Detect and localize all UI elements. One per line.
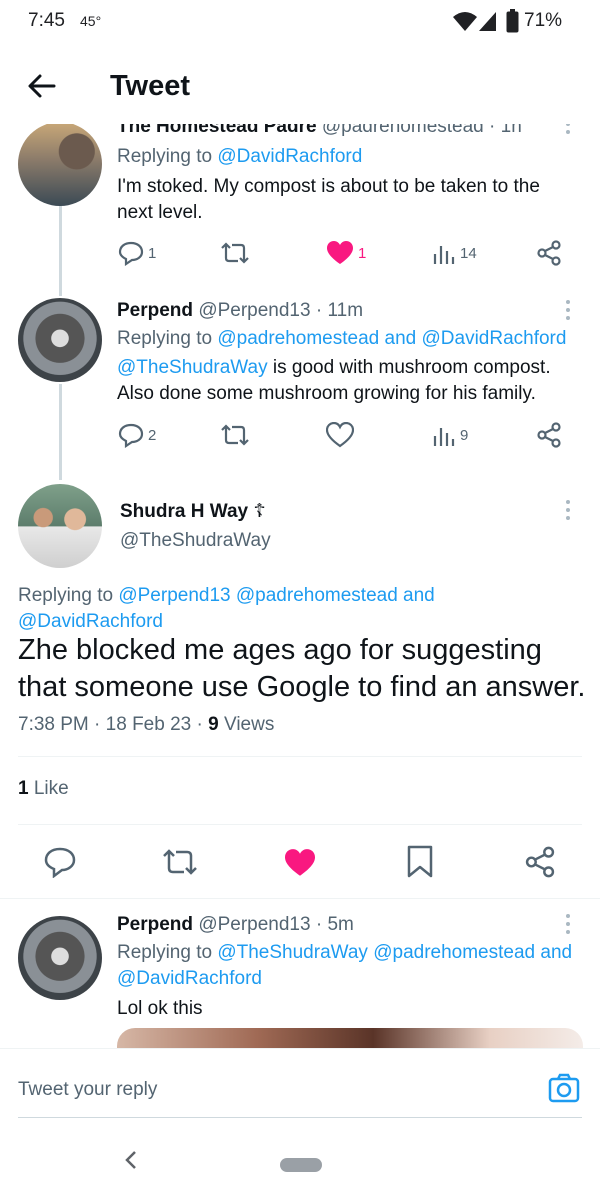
arrow-left-icon[interactable] [24, 68, 60, 104]
top-header: Tweet [0, 44, 600, 124]
more-options-icon[interactable] [566, 914, 572, 938]
bookmark-icon[interactable] [406, 845, 434, 879]
retweet-icon [221, 242, 249, 264]
page-title: Tweet [110, 70, 191, 102]
like-count: 1 [358, 244, 367, 262]
view-count: 14 [460, 244, 477, 262]
more-options-icon[interactable] [566, 500, 572, 524]
tweet-timestamp: 7:38 PM · 18 Feb 23 · 9 Views [18, 714, 275, 735]
divider [18, 824, 582, 825]
avatar[interactable] [18, 122, 102, 206]
thread-line [59, 384, 62, 480]
replying-to: Replying to @DavidRachford [117, 146, 363, 167]
replying-to: Replying to @padrehomestead and @DavidRa… [117, 328, 567, 349]
avatar[interactable] [18, 916, 102, 1000]
reply-button[interactable]: 1 [118, 240, 156, 266]
heart-filled-icon [327, 241, 353, 264]
heart-filled-icon[interactable] [283, 848, 317, 878]
tweet-text: Lol ok this [117, 998, 203, 1019]
views-button[interactable]: 14 [432, 240, 477, 266]
views-button[interactable]: 9 [432, 422, 468, 448]
focal-author-name[interactable]: Shudra H Way ☦ [120, 500, 266, 523]
wifi-icon [453, 12, 477, 31]
composer-underline [18, 1117, 582, 1118]
tweet-text: I'm stoked. My compost is about to be ta… [117, 176, 540, 223]
likes-count-link[interactable]: 1 Like [18, 778, 69, 800]
nav-back-icon[interactable] [124, 1150, 138, 1170]
retweet-button[interactable] [220, 422, 250, 448]
like-button[interactable]: 1 [326, 240, 366, 266]
tweet-text: @TheShudraWay is good with mushroom comp… [117, 357, 551, 404]
home-pill[interactable] [280, 1158, 322, 1172]
reply-icon [118, 423, 144, 448]
status-time: 7:45 [28, 10, 65, 31]
retweet-icon [221, 424, 249, 446]
like-button[interactable] [326, 422, 354, 448]
thread-line [59, 200, 62, 296]
reply-count: 1 [148, 244, 157, 262]
status-bar: 7:45 45° 71% [0, 0, 600, 44]
share-icon[interactable] [536, 240, 562, 266]
mention-link[interactable]: @padrehomestead and @DavidRachford [217, 328, 566, 349]
reply-input[interactable]: Tweet your reply [18, 1079, 157, 1101]
status-temperature: 45° [80, 13, 102, 29]
focal-tweet-text: Zhe blocked me ages ago for suggesting t… [18, 634, 586, 703]
battery-icon [506, 9, 519, 33]
tweet-author[interactable]: Perpend @Perpend13 · 5m [117, 914, 354, 936]
battery-percent: 71% [524, 10, 563, 31]
divider [0, 898, 600, 899]
avatar[interactable] [18, 484, 102, 568]
system-nav-bar [0, 1120, 600, 1200]
heart-icon [326, 422, 354, 448]
divider [18, 756, 582, 757]
reply-icon[interactable] [44, 846, 76, 878]
retweet-icon[interactable] [162, 846, 198, 878]
views-icon [433, 246, 455, 264]
tweet-author[interactable]: Perpend @Perpend13 · 11m [117, 300, 363, 322]
signal-icon [479, 12, 496, 31]
avatar[interactable] [18, 298, 102, 382]
view-count: 9 [460, 426, 469, 444]
share-icon[interactable] [524, 846, 556, 878]
replying-to: Replying to @Perpend13 @padrehomestead a… [18, 585, 435, 632]
replying-to: Replying to @TheShudraWay @padrehomestea… [117, 942, 573, 989]
mention-link[interactable]: @DavidRachford [217, 146, 362, 167]
share-icon[interactable] [536, 422, 562, 448]
camera-icon[interactable] [548, 1073, 580, 1103]
more-options-icon[interactable] [566, 122, 572, 138]
retweet-button[interactable] [220, 240, 250, 266]
mention-link[interactable]: @TheShudraWay [117, 357, 268, 378]
reply-button[interactable]: 2 [118, 422, 156, 448]
more-options-icon[interactable] [566, 300, 572, 324]
reply-composer[interactable]: Tweet your reply [0, 1048, 600, 1120]
reply-icon [118, 241, 144, 266]
reply-count: 2 [148, 426, 157, 444]
focal-author-handle[interactable]: @TheShudraWay [120, 530, 271, 552]
views-icon [433, 428, 455, 446]
